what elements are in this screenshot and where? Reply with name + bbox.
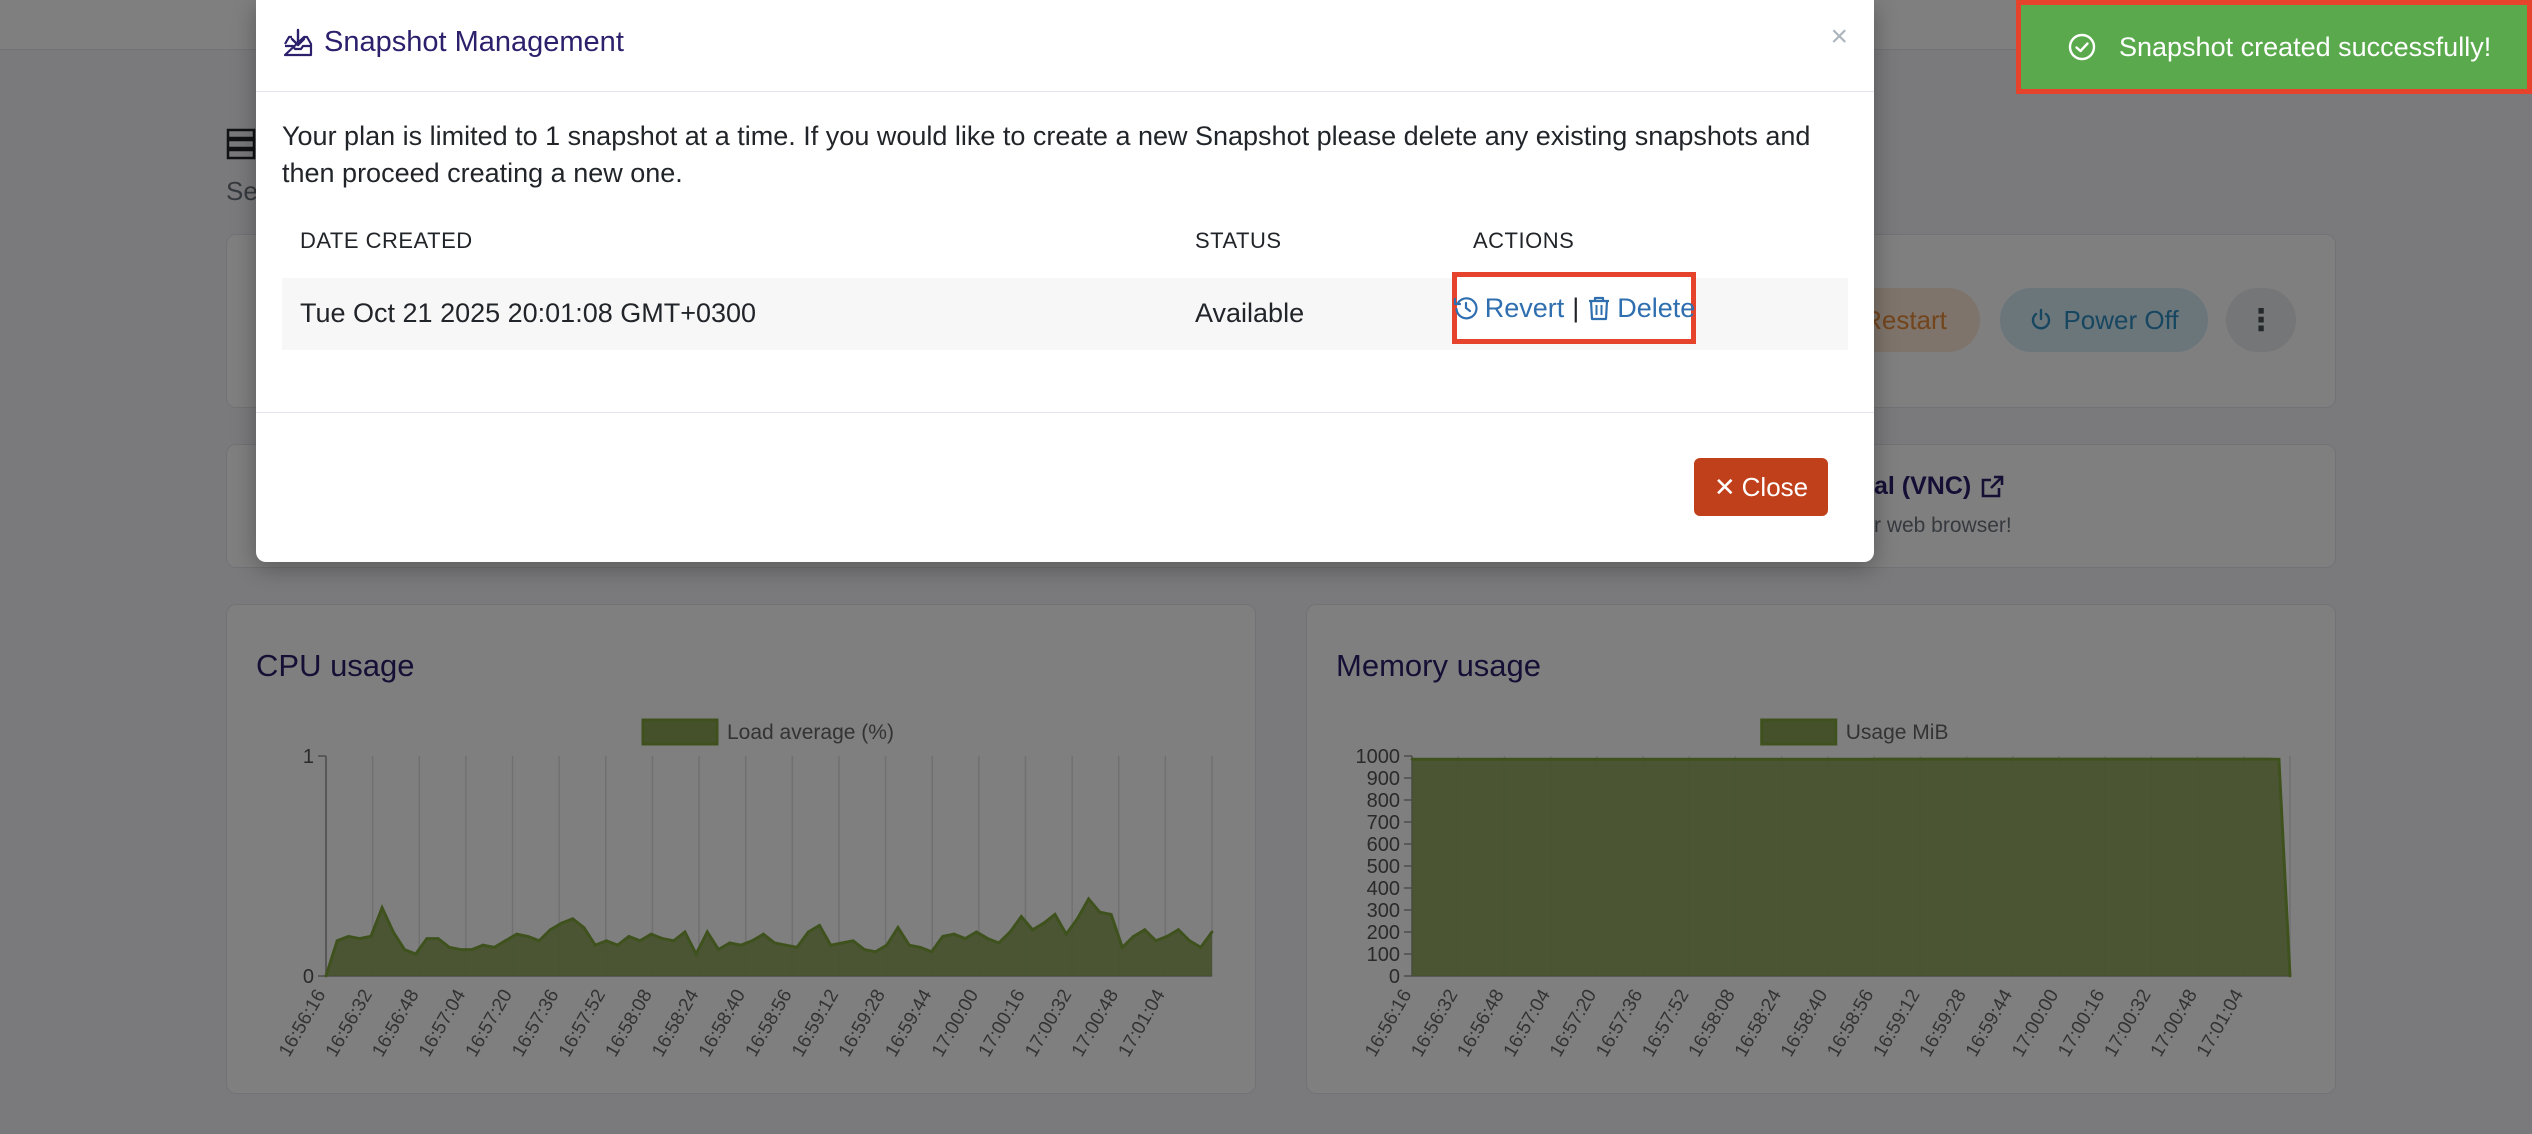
close-icon: ✕ bbox=[1713, 471, 1736, 502]
snapshot-status: Available bbox=[1195, 298, 1305, 328]
download-tray-icon bbox=[283, 28, 313, 56]
history-icon bbox=[1453, 297, 1478, 320]
modal-title: Snapshot Management bbox=[282, 26, 624, 59]
success-toast: Snapshot created successfully! bbox=[2016, 0, 2532, 94]
snapshot-limit-message: Your plan is limited to 1 snapshot at a … bbox=[282, 121, 1811, 188]
column-header-actions: ACTIONS bbox=[1473, 228, 1575, 253]
modal-close-icon[interactable]: × bbox=[1830, 20, 1848, 54]
trash-icon bbox=[1589, 296, 1610, 321]
close-button-label: Close bbox=[1741, 471, 1809, 502]
column-header-status: STATUS bbox=[1195, 228, 1282, 253]
toast-message: Snapshot created successfully! bbox=[2119, 31, 2492, 62]
delete-link[interactable]: Delete bbox=[1587, 293, 1695, 324]
revert-label: Revert bbox=[1484, 292, 1565, 323]
action-separator: | bbox=[1572, 292, 1580, 323]
column-header-date: DATE CREATED bbox=[300, 228, 473, 253]
modal-title-text: Snapshot Management bbox=[324, 26, 624, 58]
revert-link[interactable]: Revert bbox=[1453, 292, 1565, 324]
modal-header: Snapshot Management × bbox=[256, 0, 1874, 92]
delete-label: Delete bbox=[1617, 292, 1696, 323]
close-button[interactable]: ✕ Close bbox=[1694, 458, 1828, 516]
modal-footer-divider bbox=[256, 412, 1874, 413]
snapshot-date: Tue Oct 21 2025 20:01:08 GMT+0300 bbox=[300, 298, 757, 328]
snapshot-actions: Revert | Delete bbox=[1452, 272, 1696, 344]
snapshot-management-modal: Snapshot Management × Your plan is limit… bbox=[256, 0, 1874, 562]
check-circle-icon bbox=[2068, 33, 2096, 61]
